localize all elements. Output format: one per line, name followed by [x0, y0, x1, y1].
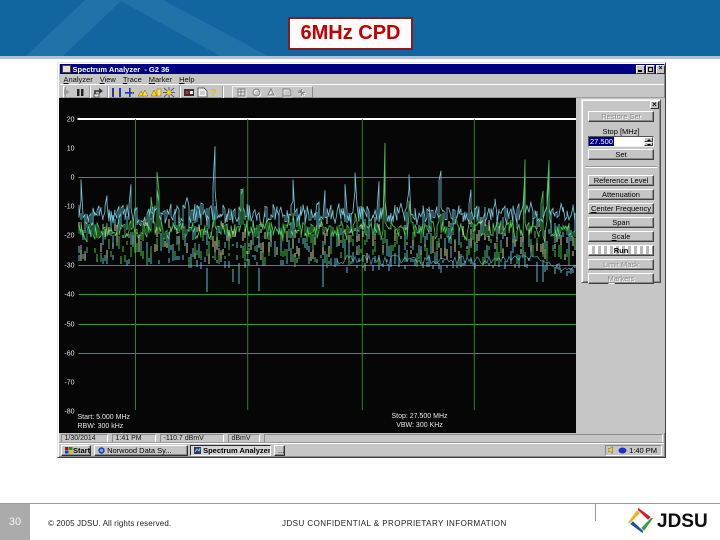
svg-text:VBW: 300 KHz: VBW: 300 KHz	[396, 422, 443, 429]
svg-text:-60: -60	[64, 351, 74, 358]
svg-text:-10: -10	[64, 204, 74, 211]
svg-text:?: ?	[210, 87, 217, 98]
svg-text:-80: -80	[64, 409, 74, 416]
svg-text:-70: -70	[64, 380, 74, 387]
svg-text:Stop: 27.500 MHz: Stop: 27.500 MHz	[391, 413, 448, 420]
svg-text:RBW: 300 kHz: RBW: 300 kHz	[77, 423, 123, 430]
svg-text:-30: -30	[64, 263, 74, 270]
svg-text:0: 0	[70, 175, 74, 182]
svg-text:10: 10	[66, 146, 74, 153]
svg-text:-40: -40	[64, 292, 74, 299]
svg-text:20: 20	[66, 117, 74, 124]
svg-text:-50: -50	[64, 322, 74, 329]
svg-text:Start: 5.000 MHz: Start: 5.000 MHz	[77, 414, 130, 421]
svg-text:-20: -20	[64, 233, 74, 240]
